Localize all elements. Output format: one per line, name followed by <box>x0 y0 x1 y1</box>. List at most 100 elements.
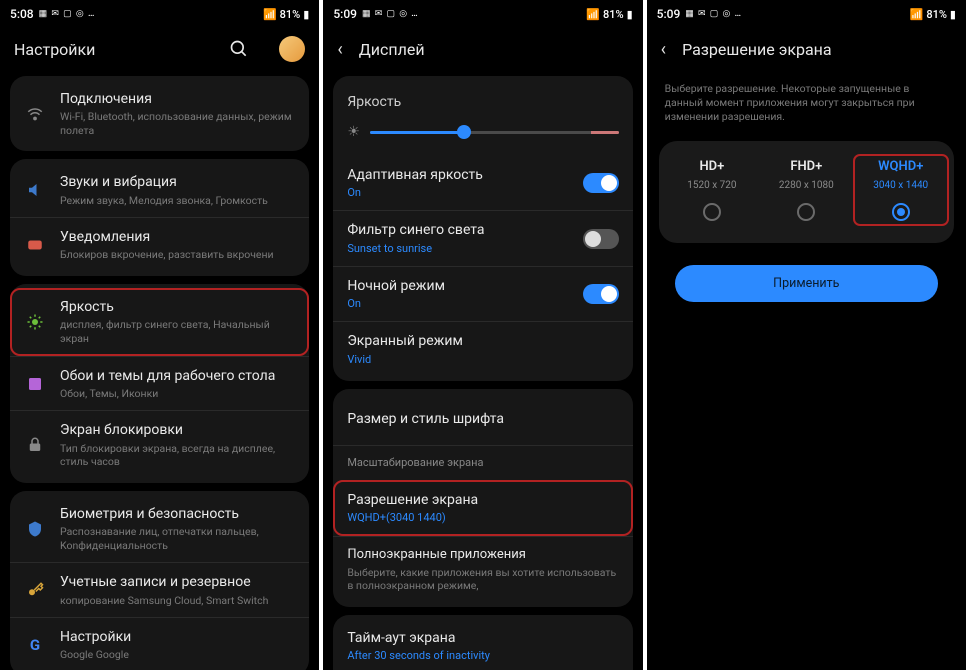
row-title: Экранный режим <box>347 332 618 350</box>
search-icon[interactable] <box>229 39 249 59</box>
settings-row-wall[interactable]: Обои и темы для рабочего стола Обои, Тем… <box>10 356 309 411</box>
display-row[interactable]: Масштабирование экрана <box>333 445 632 480</box>
row-sub: Режим звука, Мелодия звонка, Громкость <box>60 194 295 208</box>
sun-icon: ☀ <box>347 124 360 140</box>
row-sub: Sunset to sunrise <box>347 242 568 256</box>
row-title: Биометрия и безопасность <box>60 505 295 523</box>
page-title: Дисплей <box>359 40 629 59</box>
phone-display: 5:09 ▦ ✉ ▢ ◎ … 📶 81% ▮ ‹ Дисплей Яркость… <box>323 0 642 670</box>
settings-row-bio[interactable]: Биометрия и безопасность Распознавание л… <box>10 495 309 562</box>
option-name: HD+ <box>699 159 724 174</box>
settings-row-sound[interactable]: Звуки и вибрация Режим звука, Мелодия зв… <box>10 163 309 217</box>
phone-resolution: 5:09 ▦ ✉ ▢ ◎ … 📶 81% ▮ ‹ Разрешение экра… <box>647 0 966 670</box>
radio-icon <box>892 203 910 221</box>
row-sub: On <box>347 186 568 200</box>
lock-icon <box>24 436 46 454</box>
row-title: Экран блокировки <box>60 421 295 439</box>
signal-icon: 📶 <box>586 8 600 21</box>
resolution-option-fhd[interactable]: FHD+ 2280 x 1080 <box>759 155 853 225</box>
signal-icon: 📶 <box>910 8 924 21</box>
resolution-option-wqhd[interactable]: WQHD+ 3040 x 1440 <box>854 155 948 225</box>
toggle[interactable] <box>583 173 619 193</box>
option-name: WQHD+ <box>878 159 923 174</box>
back-icon[interactable]: ‹ <box>661 39 666 60</box>
row-title: Разрешение экрана <box>347 491 618 509</box>
display-row[interactable]: Разрешение экрана WQHD+(3040 1440) <box>333 480 632 535</box>
row-title: Уведомления <box>60 228 295 246</box>
display-row[interactable]: Фильтр синего света Sunset to sunrise <box>333 210 632 265</box>
wall-icon <box>24 375 46 393</box>
phone-settings: 5:08 ▦ ✉ ▢ ◎ … 📶 81% ▮ Настройки Подключ… <box>0 0 319 670</box>
row-sub: Блокиров вкрочение, разставить вкрочени <box>60 248 295 262</box>
row-sub: Wi-Fi, Bluetooth, использование данных, … <box>60 110 295 137</box>
option-dim: 2280 x 1080 <box>779 180 834 191</box>
settings-row-wifi[interactable]: Подключения Wi-Fi, Bluetooth, использова… <box>10 80 309 147</box>
battery-text: 81% <box>280 8 301 21</box>
settings-row-bright[interactable]: Яркость дисплея, фильтр синего света, На… <box>10 288 309 355</box>
row-sub: Обои, Темы, Иконки <box>60 387 295 401</box>
statusbar: 5:09 ▦ ✉ ▢ ◎ … 📶 81% ▮ <box>323 0 642 28</box>
battery-icon: ▮ <box>627 8 633 21</box>
display-row[interactable]: Размер и стиль шрифта <box>333 393 632 445</box>
row-title: Адаптивная яркость <box>347 166 568 184</box>
notif-icon <box>24 236 46 254</box>
back-icon[interactable]: ‹ <box>337 39 342 60</box>
apply-button[interactable]: Применить <box>675 265 938 302</box>
display-row[interactable]: Полноэкранные приложенияВыберите, какие … <box>333 536 632 603</box>
display-row[interactable]: Тайм-аут экранаAfter 30 seconds of inact… <box>333 619 632 670</box>
display-row[interactable]: Адаптивная яркость On <box>333 156 632 210</box>
page-title: Настройки <box>14 40 213 59</box>
wifi-icon <box>24 105 46 123</box>
helper-text: Выберите разрешение. Некоторые запущенны… <box>647 70 966 141</box>
row-title: Обои и темы для рабочего стола <box>60 367 295 385</box>
battery-text: 81% <box>603 8 624 21</box>
clock: 5:08 <box>10 7 34 21</box>
radio-icon <box>797 203 815 221</box>
statusbar: 5:09 ▦ ✉ ▢ ◎ … 📶 81% ▮ <box>647 0 966 28</box>
option-name: FHD+ <box>790 159 822 174</box>
row-sub: дисплея, фильтр синего света, Начальный … <box>60 318 295 345</box>
row-sub: Google Google <box>60 648 295 662</box>
battery-icon: ▮ <box>950 8 956 21</box>
row-sub: Тип блокировки экрана, всегда на дисплее… <box>60 442 295 469</box>
battery-icon: ▮ <box>303 8 309 21</box>
row-sub: копирование Samsung Cloud, Smart Switch <box>60 594 295 608</box>
row-sub: Распознавание лиц, отпечатки пальцев, Ko… <box>60 525 295 552</box>
settings-row-key[interactable]: Учетные записи и резервное копирование S… <box>10 562 309 617</box>
status-icons-left: ▦ ✉ ▢ ◎ … <box>685 9 742 19</box>
statusbar: 5:08 ▦ ✉ ▢ ◎ … 📶 81% ▮ <box>0 0 319 28</box>
page-title: Разрешение экрана <box>682 40 952 59</box>
sound-icon <box>24 181 46 199</box>
profile-avatar[interactable] <box>279 36 305 62</box>
row-title: Фильтр синего света <box>347 221 568 239</box>
settings-row-notif[interactable]: Уведомления Блокиров вкрочение, разстави… <box>10 217 309 272</box>
toggle[interactable] <box>583 229 619 249</box>
header: Настройки <box>0 28 319 70</box>
option-dim: 3040 x 1440 <box>873 180 928 191</box>
header: ‹ Дисплей <box>323 28 642 70</box>
resolution-option-hd[interactable]: HD+ 1520 x 720 <box>665 155 759 225</box>
row-title: Яркость <box>60 298 295 316</box>
radio-icon <box>703 203 721 221</box>
row-title: Подключения <box>60 90 295 108</box>
row-sub: On <box>347 297 568 311</box>
signal-icon: 📶 <box>263 8 277 21</box>
battery-text: 81% <box>926 8 947 21</box>
header: ‹ Разрешение экрана <box>647 28 966 70</box>
settings-row-google[interactable]: G Настройки Google Google <box>10 617 309 670</box>
resolution-options: HD+ 1520 x 720 FHD+ 2280 x 1080 WQHD+ 30… <box>659 141 954 243</box>
row-title: Размер и стиль шрифта <box>347 410 618 428</box>
toggle[interactable] <box>583 284 619 304</box>
status-icons-left: ▦ ✉ ▢ ◎ … <box>39 9 96 19</box>
key-icon <box>24 581 46 599</box>
row-sub: WQHD+(3040 1440) <box>347 511 618 525</box>
row-sub: Vivid <box>347 353 618 367</box>
clock: 5:09 <box>657 7 681 21</box>
google-icon: G <box>24 636 46 654</box>
row-title: Тайм-аут экрана <box>347 629 618 647</box>
display-row[interactable]: Ночной режимOn <box>333 266 632 321</box>
settings-row-lock[interactable]: Экран блокировки Тип блокировки экрана, … <box>10 410 309 478</box>
display-row[interactable]: Экранный режим Vivid <box>333 321 632 376</box>
brightness-slider[interactable] <box>370 131 619 134</box>
option-dim: 1520 x 720 <box>687 180 736 191</box>
